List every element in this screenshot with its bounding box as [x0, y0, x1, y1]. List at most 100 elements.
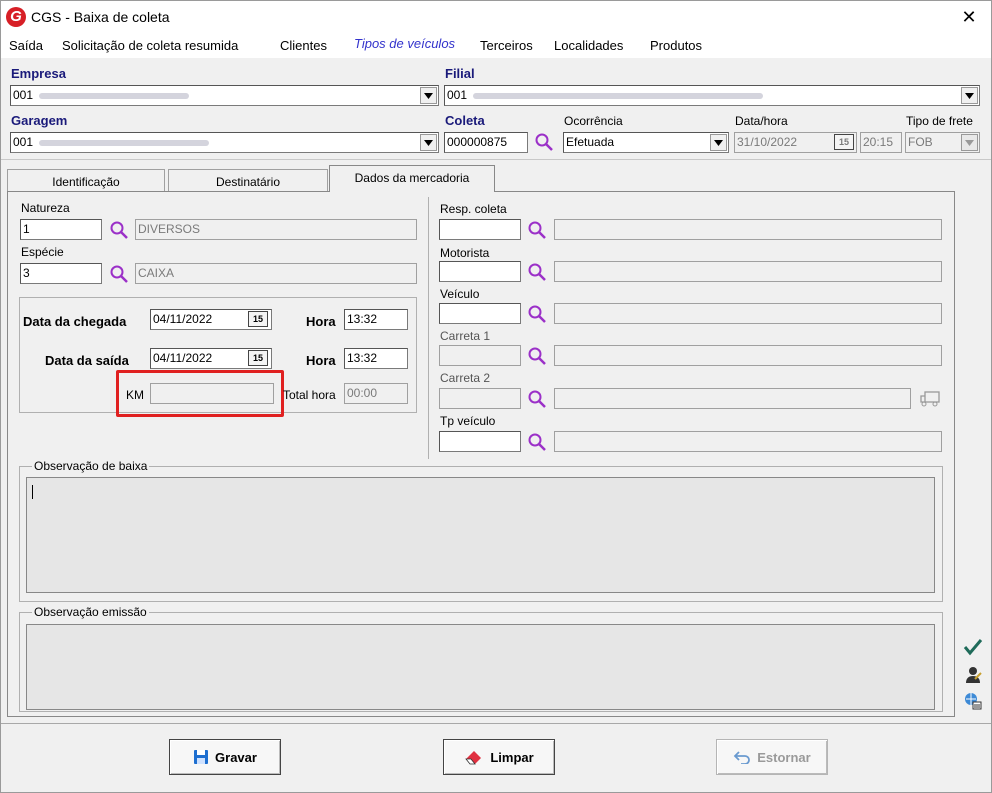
calendar-icon: 15: [834, 134, 854, 150]
empresa-label: Empresa: [11, 66, 66, 81]
motorista-label: Motorista: [440, 246, 490, 260]
calendar-icon[interactable]: 15: [248, 350, 268, 366]
filial-select[interactable]: 001: [444, 85, 980, 106]
saida-date-input[interactable]: 04/11/2022 15: [150, 348, 272, 369]
title-bar: G CGS - Baixa de coleta ✕: [1, 1, 991, 34]
obs-emissao-title: Observação emissão: [32, 605, 149, 619]
ocorrencia-select[interactable]: Efetuada: [563, 132, 729, 153]
saida-label: Data da saída: [45, 353, 129, 368]
tab-identificacao[interactable]: Identificação: [7, 169, 165, 193]
carreta2-label: Carreta 2: [440, 371, 491, 385]
resp-coleta-label: Resp. coleta: [440, 202, 507, 216]
globe-report-icon[interactable]: [963, 691, 983, 711]
check-icon[interactable]: [963, 638, 983, 656]
dropdown-arrow-icon[interactable]: [710, 134, 727, 151]
close-button[interactable]: ✕: [954, 5, 984, 29]
total-hora-label: Total hora: [283, 388, 336, 402]
truck-icon[interactable]: [919, 390, 941, 408]
total-hora-input: 00:00: [344, 383, 408, 404]
redacted-text: [39, 139, 210, 146]
divider: [1, 723, 991, 724]
motorista-input[interactable]: [439, 261, 521, 282]
natureza-desc: DIVERSOS: [135, 219, 417, 240]
especie-desc: CAIXA: [135, 263, 417, 284]
divider: [1, 159, 991, 160]
resp-coleta-desc: [554, 219, 942, 240]
chegada-date: 04/11/2022: [153, 312, 213, 326]
garagem-code: 001: [13, 135, 34, 149]
search-coleta-icon[interactable]: [534, 132, 554, 152]
carreta2-desc: [554, 388, 911, 409]
carreta1-label: Carreta 1: [440, 329, 491, 343]
saida-hora-label: Hora: [306, 353, 336, 368]
search-veiculo-icon[interactable]: [527, 304, 547, 324]
tp-veiculo-input[interactable]: [439, 431, 521, 452]
tipo-frete-label: Tipo de frete: [906, 114, 973, 128]
save-icon: [194, 750, 209, 764]
gravar-button[interactable]: Gravar: [169, 739, 281, 775]
datahora-date: 31/10/2022: [737, 135, 798, 149]
filial-code: 001: [447, 88, 468, 102]
search-natureza-icon[interactable]: [109, 220, 129, 240]
resp-coleta-input[interactable]: [439, 219, 521, 240]
search-carreta1-icon[interactable]: [527, 346, 547, 366]
tab-dados-mercadoria[interactable]: Dados da mercadoria: [329, 165, 495, 192]
empresa-code: 001: [13, 88, 34, 102]
menu-saida[interactable]: Saída: [9, 38, 43, 53]
natureza-code-input[interactable]: 1: [20, 219, 102, 240]
dropdown-arrow-icon[interactable]: [420, 134, 437, 151]
saida-hora-input[interactable]: 13:32: [344, 348, 408, 369]
coleta-label: Coleta: [445, 113, 485, 128]
tp-veiculo-desc: [554, 431, 942, 452]
obs-baixa-textarea[interactable]: [26, 477, 935, 593]
especie-code-input[interactable]: 3: [20, 263, 102, 284]
menu-solicitacao[interactable]: Solicitação de coleta resumida: [62, 38, 238, 53]
tipo-frete-value: FOB: [908, 135, 933, 149]
datahora-date-input: 31/10/2022 15: [734, 132, 857, 153]
highlight-box: [116, 370, 284, 417]
menu-localidades[interactable]: Localidades: [554, 38, 623, 53]
chegada-hora-input[interactable]: 13:32: [344, 309, 408, 330]
calendar-icon[interactable]: 15: [248, 311, 268, 327]
menu-tipos-veiculos[interactable]: Tipos de veículos: [354, 36, 455, 51]
search-especie-icon[interactable]: [109, 264, 129, 284]
obs-emissao-textarea[interactable]: [26, 624, 935, 710]
gravar-label: Gravar: [215, 749, 257, 765]
veiculo-input[interactable]: [439, 303, 521, 324]
saida-date: 04/11/2022: [153, 351, 213, 365]
user-edit-icon[interactable]: [963, 665, 983, 685]
coleta-input[interactable]: 000000875: [444, 132, 528, 153]
empresa-select[interactable]: 001: [10, 85, 439, 106]
search-carreta2-icon[interactable]: [527, 389, 547, 409]
limpar-button[interactable]: Limpar: [443, 739, 555, 775]
search-tp-veiculo-icon[interactable]: [527, 432, 547, 452]
search-motorista-icon[interactable]: [527, 262, 547, 282]
carreta1-desc: [554, 345, 942, 366]
veiculo-desc: [554, 303, 942, 324]
estornar-label: Estornar: [757, 749, 811, 765]
menu-clientes[interactable]: Clientes: [280, 38, 327, 53]
limpar-label: Limpar: [490, 749, 534, 765]
estornar-button[interactable]: Estornar: [716, 739, 828, 775]
window-title: CGS - Baixa de coleta: [31, 9, 170, 25]
app-window: G CGS - Baixa de coleta ✕ Saída Solicita…: [0, 0, 992, 793]
ocorrencia-label: Ocorrência: [564, 114, 623, 128]
tab-destinatario[interactable]: Destinatário: [168, 169, 328, 193]
obs-baixa-title: Observação de baixa: [32, 459, 150, 473]
motorista-desc: [554, 261, 942, 282]
chegada-date-input[interactable]: 04/11/2022 15: [150, 309, 272, 330]
tp-veiculo-label: Tp veículo: [440, 414, 496, 428]
carreta2-input: [439, 388, 521, 409]
dropdown-arrow-icon[interactable]: [961, 87, 978, 104]
datahora-label: Data/hora: [735, 114, 788, 128]
chegada-label: Data da chegada: [23, 314, 127, 329]
garagem-select[interactable]: 001: [10, 132, 439, 153]
dropdown-arrow-icon[interactable]: [420, 87, 437, 104]
undo-icon: [733, 751, 751, 764]
eraser-icon: [465, 751, 482, 765]
search-resp-coleta-icon[interactable]: [527, 220, 547, 240]
chegada-hora-label: Hora: [306, 314, 336, 329]
menu-produtos[interactable]: Produtos: [650, 38, 702, 53]
text-cursor: [32, 485, 33, 499]
menu-terceiros[interactable]: Terceiros: [480, 38, 533, 53]
